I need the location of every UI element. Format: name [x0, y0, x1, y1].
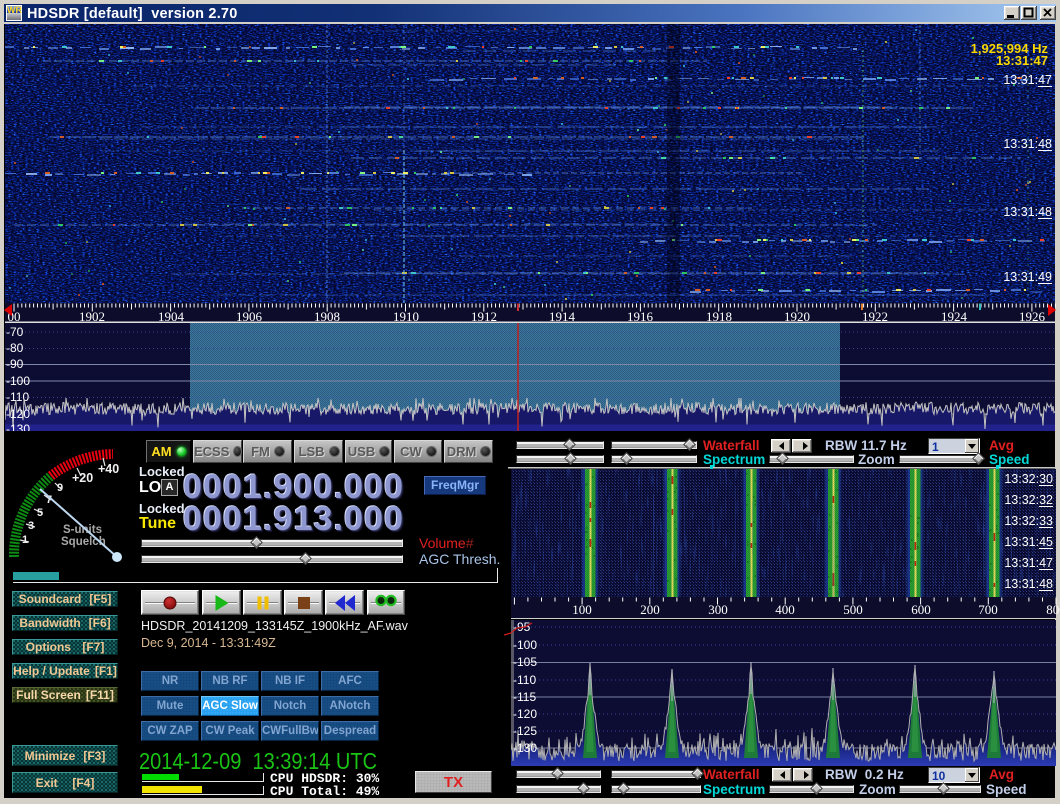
- svg-text:13:31:48: 13:31:48: [1003, 205, 1052, 219]
- svg-text:13:31:49: 13:31:49: [1003, 270, 1052, 284]
- svg-text:400: 400: [775, 602, 795, 617]
- svg-text:13:31:48: 13:31:48: [1003, 137, 1052, 151]
- svg-text:13:32:30: 13:32:30: [1004, 472, 1053, 486]
- svg-text:-110: -110: [513, 673, 536, 687]
- svg-text:13:32:33: 13:32:33: [1004, 514, 1053, 528]
- svg-text:-110: -110: [6, 390, 29, 404]
- svg-text:600: 600: [911, 602, 931, 617]
- svg-text:-70: -70: [6, 325, 24, 339]
- svg-text:-90: -90: [6, 357, 24, 371]
- svg-text:-115: -115: [513, 690, 536, 704]
- svg-text:13:32:32: 13:32:32: [1004, 493, 1053, 507]
- svg-text:-125: -125: [513, 724, 537, 738]
- svg-text:1: 1: [22, 534, 28, 546]
- svg-text:-100: -100: [6, 374, 30, 388]
- svg-text:-120: -120: [513, 707, 537, 721]
- svg-text:13:31:47: 13:31:47: [996, 53, 1048, 68]
- svg-text:9: 9: [57, 482, 63, 494]
- svg-text:-100: -100: [513, 638, 537, 652]
- svg-text:3: 3: [28, 520, 34, 532]
- svg-text:-120: -120: [6, 407, 30, 421]
- svg-text:800: 800: [1046, 602, 1060, 617]
- svg-text:13:31:47: 13:31:47: [1003, 73, 1052, 87]
- svg-text:+20: +20: [72, 471, 93, 485]
- svg-text:300: 300: [708, 602, 728, 617]
- svg-text:13:31:48: 13:31:48: [1004, 577, 1053, 591]
- svg-text:13:31:47: 13:31:47: [1004, 556, 1053, 570]
- svg-text:100: 100: [572, 602, 592, 617]
- svg-text:700: 700: [978, 602, 998, 617]
- svg-text:-105: -105: [513, 655, 537, 669]
- svg-text:+40: +40: [98, 462, 119, 476]
- svg-text:-130: -130: [6, 422, 30, 436]
- svg-text:13:31:45: 13:31:45: [1004, 535, 1053, 549]
- svg-text:5: 5: [37, 507, 43, 519]
- svg-text:500: 500: [843, 602, 863, 617]
- svg-text:-130: -130: [513, 741, 537, 755]
- svg-text:200: 200: [640, 602, 660, 617]
- svg-text:-80: -80: [6, 341, 24, 355]
